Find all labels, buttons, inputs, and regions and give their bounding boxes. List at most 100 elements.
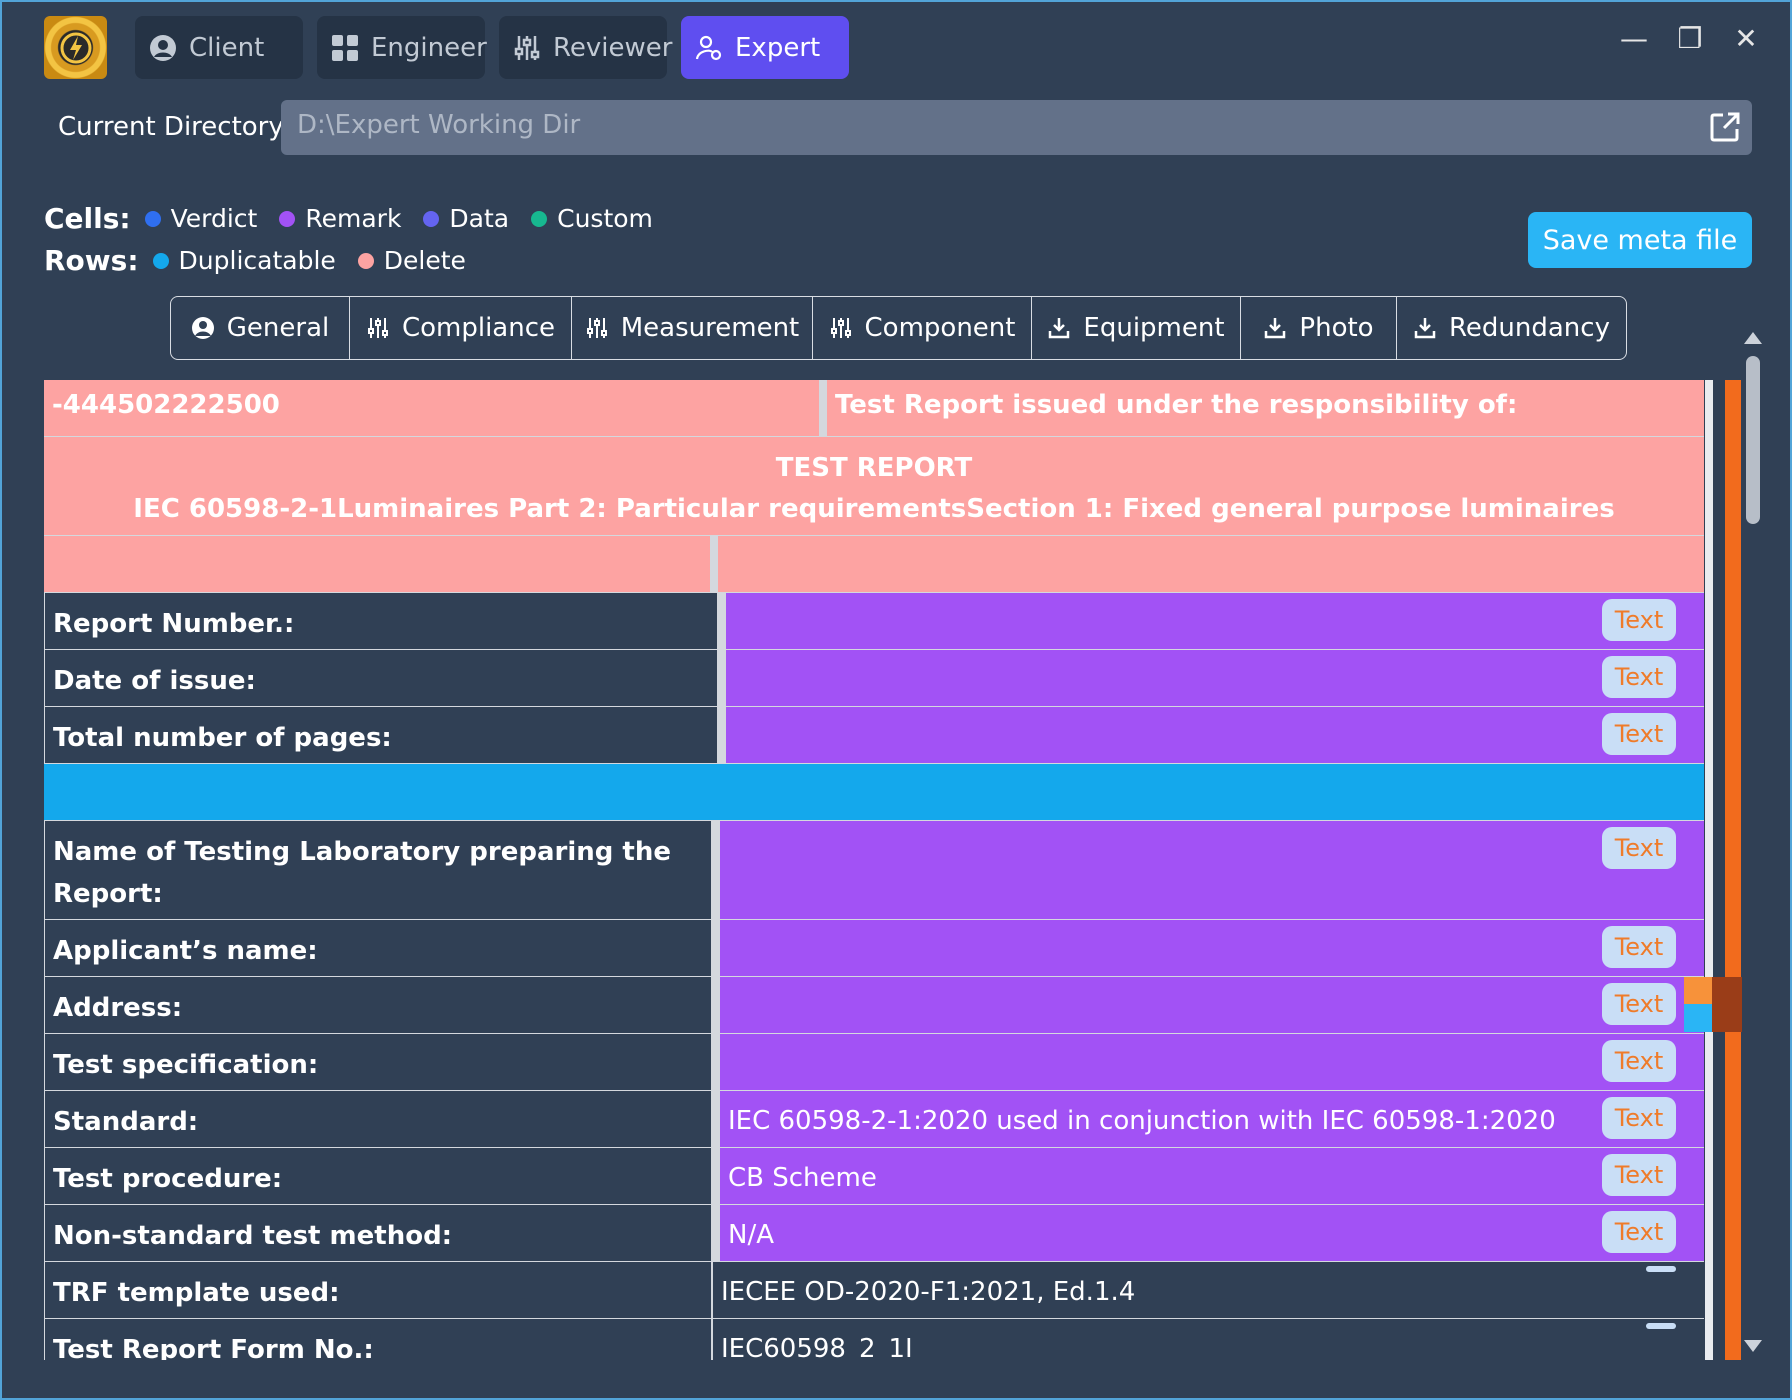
scroll-thumb[interactable] bbox=[1746, 356, 1760, 524]
app-window: Client Engineer Reviewer Expert — ❐ ✕ Cu… bbox=[0, 0, 1792, 1400]
row-value[interactable]: CB Scheme Text bbox=[712, 1148, 1704, 1205]
close-button[interactable]: ✕ bbox=[1726, 22, 1766, 55]
save-meta-file-button[interactable]: Save meta file bbox=[1528, 212, 1752, 268]
maximize-icon: ❐ bbox=[1677, 21, 1703, 55]
empty-cell[interactable] bbox=[44, 536, 718, 593]
legend-item-data: Data bbox=[423, 204, 509, 233]
row-label: Applicant’s name: bbox=[44, 920, 712, 977]
row-value[interactable]: Text bbox=[718, 707, 1704, 764]
download-icon bbox=[1265, 318, 1286, 339]
tab-general[interactable]: General bbox=[171, 297, 350, 359]
table-row[interactable]: Address: Text bbox=[44, 977, 1704, 1034]
table-row[interactable]: Test Report Form No.: IEC60598_2_1I bbox=[44, 1319, 1704, 1360]
text-type-badge[interactable]: Text bbox=[1602, 983, 1676, 1025]
tab-label: Photo bbox=[1299, 313, 1374, 343]
table-row[interactable]: -444502222500 Test Report issued under t… bbox=[44, 380, 1704, 437]
text-type-badge[interactable]: Text bbox=[1602, 1154, 1676, 1196]
download-icon bbox=[1414, 318, 1436, 339]
tab-measurement[interactable]: Measurement bbox=[572, 297, 813, 359]
text-type-badge[interactable]: Text bbox=[1602, 599, 1676, 641]
text-type-badge[interactable]: Text bbox=[1602, 656, 1676, 698]
table-row[interactable]: Name of Testing Laboratory preparing the… bbox=[44, 821, 1704, 920]
duplicatable-row[interactable] bbox=[44, 764, 1704, 821]
text-type-badge[interactable]: Text bbox=[1602, 1211, 1676, 1253]
cells-legend-label: Cells: bbox=[44, 202, 131, 235]
minimize-button[interactable]: — bbox=[1614, 22, 1654, 55]
empty-cell[interactable] bbox=[718, 536, 1704, 593]
collapsed-badge[interactable] bbox=[1646, 1323, 1676, 1329]
row-value[interactable]: N/A Text bbox=[712, 1205, 1704, 1262]
text-type-badge[interactable]: Text bbox=[1602, 1040, 1676, 1082]
row-label: Non-standard test method: bbox=[44, 1205, 712, 1262]
scroll-down-icon[interactable] bbox=[1744, 1340, 1762, 1352]
table-row[interactable]: TEST REPORT IEC 60598-2-1Luminaires Part… bbox=[44, 437, 1704, 536]
row-value[interactable]: IEC60598_2_1I bbox=[712, 1319, 1704, 1360]
row-value[interactable]: IEC 60598-2-1:2020 used in conjunction w… bbox=[712, 1091, 1704, 1148]
legend-item-label: Duplicatable bbox=[178, 246, 336, 275]
role-tab-reviewer[interactable]: Reviewer bbox=[499, 16, 672, 79]
table-row[interactable]: Standard: IEC 60598-2-1:2020 used in con… bbox=[44, 1091, 1704, 1148]
tab-label: Equipment bbox=[1083, 313, 1225, 343]
verdict-dot-icon bbox=[144, 210, 161, 227]
text-type-badge[interactable]: Text bbox=[1602, 827, 1676, 869]
rows-legend-label: Rows: bbox=[44, 244, 139, 277]
legend-item-label: Custom bbox=[557, 204, 653, 233]
table-row[interactable]: Non-standard test method: N/A Text bbox=[44, 1205, 1704, 1262]
user-circle-icon bbox=[149, 34, 177, 62]
report-id-cell[interactable]: -444502222500 bbox=[44, 380, 827, 437]
data-dot-icon bbox=[423, 210, 440, 227]
legend-item-label: Verdict bbox=[170, 204, 258, 233]
text-type-badge[interactable]: Text bbox=[1602, 926, 1676, 968]
legend-item-delete: Delete bbox=[357, 246, 466, 275]
table-row[interactable]: Report Number.: Text bbox=[44, 593, 1704, 650]
role-tab-label: Expert bbox=[735, 32, 821, 63]
table-row[interactable]: Date of issue: Text bbox=[44, 650, 1704, 707]
table-row[interactable] bbox=[44, 536, 1704, 593]
grid-icon bbox=[331, 34, 359, 62]
table-row[interactable]: Total number of pages: Text bbox=[44, 707, 1704, 764]
tab-equipment[interactable]: Equipment bbox=[1032, 297, 1241, 359]
role-tab-engineer[interactable]: Engineer bbox=[317, 16, 487, 79]
collapsed-badge[interactable] bbox=[1646, 1266, 1676, 1272]
row-marker-selected bbox=[1712, 977, 1742, 1032]
directory-input[interactable]: D:\Expert Working Dir bbox=[281, 100, 1752, 155]
table-right-border bbox=[1705, 380, 1713, 1360]
scroll-up-icon[interactable] bbox=[1744, 332, 1762, 344]
row-value[interactable]: IECEE OD-2020-F1:2021, Ed.1.4 bbox=[712, 1262, 1704, 1319]
row-value[interactable]: Text bbox=[712, 1034, 1704, 1091]
row-value-text: IEC 60598-2-1:2020 used in conjunction w… bbox=[728, 1106, 1556, 1136]
user-gear-icon bbox=[695, 34, 723, 62]
user-circle-icon bbox=[191, 317, 214, 339]
row-value[interactable]: Text bbox=[712, 821, 1704, 920]
tab-redundancy[interactable]: Redundancy bbox=[1397, 297, 1626, 359]
tab-photo[interactable]: Photo bbox=[1241, 297, 1397, 359]
row-value[interactable]: Text bbox=[718, 650, 1704, 707]
responsibility-cell[interactable]: Test Report issued under the responsibil… bbox=[827, 380, 1704, 437]
role-tab-client[interactable]: Client bbox=[135, 16, 303, 79]
table-row[interactable]: Test specification: Text bbox=[44, 1034, 1704, 1091]
report-subtitle: IEC 60598-2-1Luminaires Part 2: Particul… bbox=[133, 494, 1615, 524]
custom-dot-icon bbox=[531, 210, 548, 227]
tab-label: Compliance bbox=[401, 313, 556, 343]
row-value[interactable]: Text bbox=[718, 593, 1704, 650]
row-label: Total number of pages: bbox=[44, 707, 718, 764]
row-label: Standard: bbox=[44, 1091, 712, 1148]
row-value-text: IEC60598_2_1I bbox=[721, 1334, 913, 1360]
external-link-icon[interactable] bbox=[1708, 110, 1742, 144]
vertical-scrollbar[interactable] bbox=[1740, 324, 1766, 1360]
tab-label: Measurement bbox=[620, 313, 800, 343]
tab-component[interactable]: Component bbox=[813, 297, 1032, 359]
row-value[interactable]: Text bbox=[712, 920, 1704, 977]
report-title: TEST REPORT bbox=[775, 453, 973, 483]
tab-compliance[interactable]: Compliance bbox=[350, 297, 572, 359]
legend-item-label: Remark bbox=[305, 204, 402, 233]
table-row[interactable]: Applicant’s name: Text bbox=[44, 920, 1704, 977]
table-row[interactable]: TRF template used: IECEE OD-2020-F1:2021… bbox=[44, 1262, 1704, 1319]
table-row[interactable]: Test procedure: CB Scheme Text bbox=[44, 1148, 1704, 1205]
role-tab-label: Client bbox=[189, 32, 265, 63]
maximize-button[interactable]: ❐ bbox=[1670, 21, 1710, 55]
text-type-badge[interactable]: Text bbox=[1602, 1097, 1676, 1139]
row-value[interactable]: Text bbox=[712, 977, 1704, 1034]
role-tab-expert[interactable]: Expert bbox=[681, 16, 849, 79]
text-type-badge[interactable]: Text bbox=[1602, 713, 1676, 755]
